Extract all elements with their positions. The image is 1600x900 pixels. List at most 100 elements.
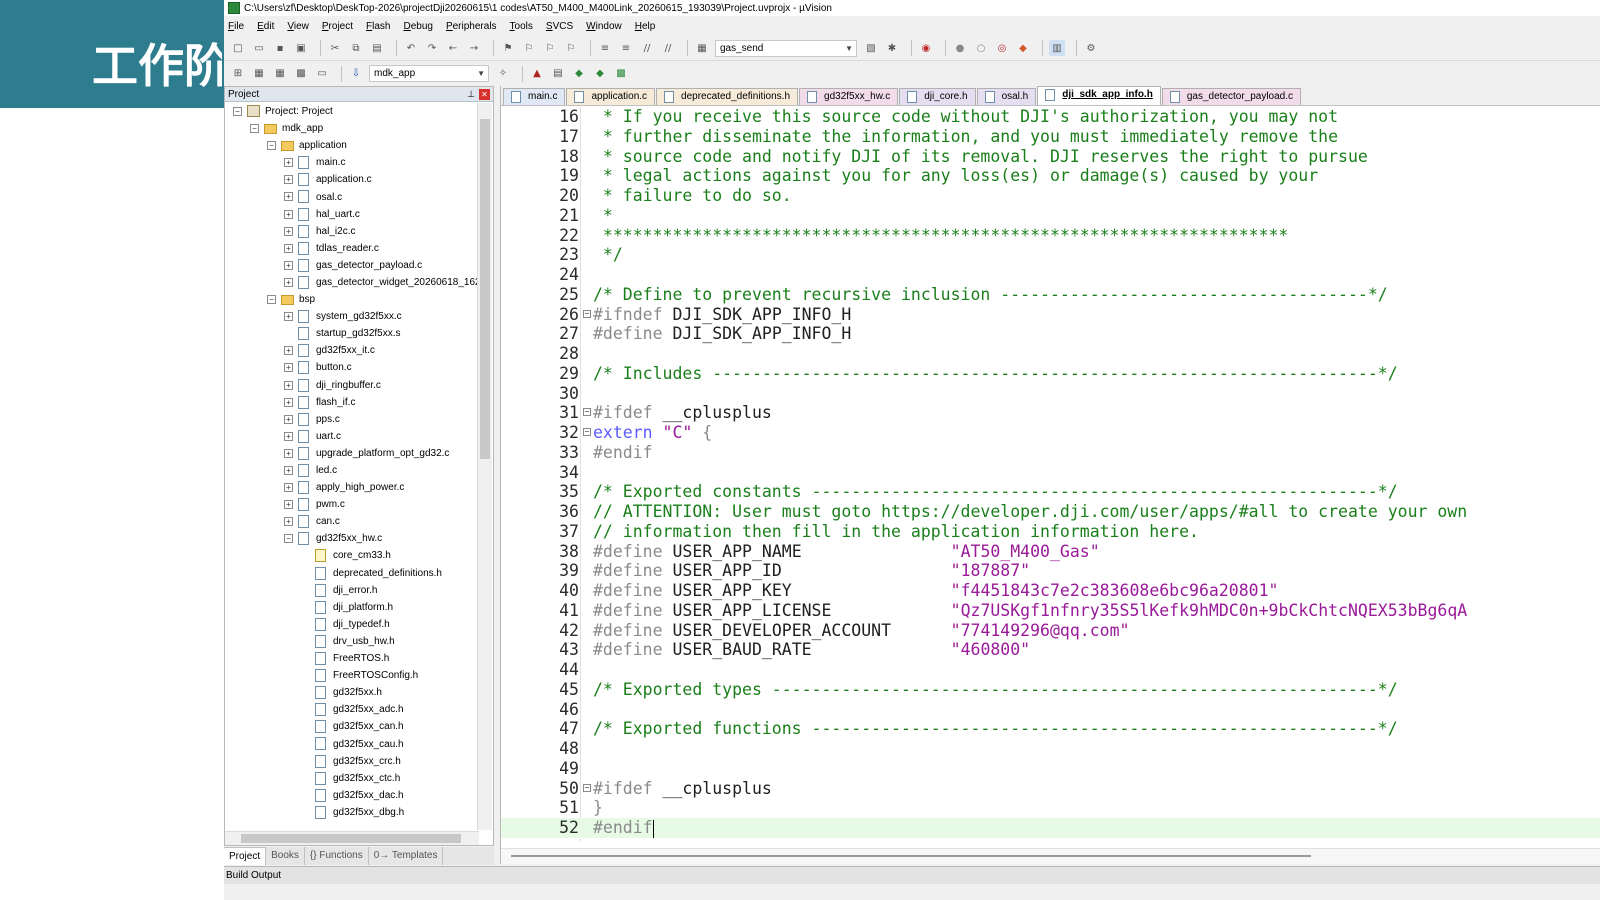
debug-session-icon[interactable]: ◉ [918,40,934,56]
expand-icon[interactable]: + [284,414,293,424]
editor-tab[interactable]: osal.h [976,88,1037,105]
tree-item[interactable]: + hal_i2c.c [225,223,479,240]
menu-item-flash[interactable]: Flash [366,21,390,32]
expand-icon[interactable]: + [284,397,293,407]
fold-toggle-icon[interactable]: − [583,783,591,792]
panel-tab-1[interactable]: Books [266,847,305,865]
scroll-thumb[interactable] [480,119,490,459]
tree-item[interactable]: deprecated_definitions.h [225,565,479,582]
expand-icon[interactable]: + [284,175,293,185]
menu-item-peripherals[interactable]: Peripherals [446,21,497,32]
tree-item[interactable]: FreeRTOS.h [225,650,479,667]
menu-item-view[interactable]: View [287,21,309,32]
fold-toggle-icon[interactable]: − [583,309,591,318]
tree-item[interactable]: − bsp [225,291,479,308]
manage-runtime-icon[interactable]: ▩ [613,66,629,82]
tree-item[interactable]: + gas_detector_payload.c [225,257,479,274]
tree-item[interactable]: + apply_high_power.c [225,479,479,496]
build-icon[interactable]: ▦ [251,66,267,82]
expand-icon[interactable]: + [284,243,293,253]
collapse-icon[interactable]: − [284,534,293,544]
tree-item[interactable]: startup_gd32f5xx.s [225,325,479,342]
expand-icon[interactable]: + [284,465,293,475]
tree-item[interactable]: + dji_ringbuffer.c [225,377,479,394]
tree-item[interactable]: + pps.c [225,411,479,428]
tree-item[interactable]: + osal.c [225,188,479,205]
expand-icon[interactable]: + [284,380,293,390]
find-in-files-icon[interactable]: ▦ [694,40,710,56]
open-file-icon[interactable]: ▭ [251,40,267,56]
tree-item[interactable]: dji_platform.h [225,599,479,616]
expand-icon[interactable]: + [284,277,293,287]
expand-icon[interactable]: + [284,158,293,168]
editor-tab[interactable]: deprecated_definitions.h [656,88,799,105]
copy-icon[interactable]: ⧉ [348,40,364,56]
wrench-icon[interactable]: ⚙ [1083,40,1099,56]
close-icon[interactable]: ✕ [479,88,490,100]
new-file-icon[interactable]: □ [230,40,246,56]
editor-tab[interactable]: gas_detector_payload.c [1161,88,1302,105]
kill-breakpoints-icon[interactable]: ◎ [994,40,1010,56]
project-tree-vscroll[interactable] [477,103,492,830]
expand-icon[interactable]: + [284,192,293,202]
panel-tab-0[interactable]: Project [224,847,267,865]
tree-item[interactable]: + gd32f5xx_it.c [225,342,479,359]
build-output-header[interactable]: Build Output [224,866,1600,884]
disable-breakpoint-icon[interactable]: ○ [973,40,989,56]
prev-bookmark-icon[interactable]: ⚐ [521,40,537,56]
stop-build-icon[interactable]: ▭ [314,66,330,82]
tree-item[interactable]: + tdlas_reader.c [225,240,479,257]
batch-build-icon[interactable]: ▩ [293,66,309,82]
panel-tab-2[interactable]: {} Functions [305,847,369,865]
bookmark-icon[interactable]: ⚑ [500,40,516,56]
manage-items-icon[interactable]: ▤ [550,66,566,82]
download-icon[interactable]: ⇩ [348,66,364,82]
target-options-icon[interactable]: ✧ [495,66,511,82]
fold-toggle-icon[interactable]: − [583,428,591,436]
tree-item[interactable]: + upgrade_platform_opt_gd32.c [225,445,479,462]
expand-icon[interactable]: + [284,483,293,493]
clear-bookmarks-icon[interactable]: ⚐ [563,40,579,56]
nav-forward-icon[interactable]: → [466,40,482,56]
scroll-thumb[interactable] [241,834,461,843]
expand-icon[interactable]: + [284,312,293,322]
tree-item[interactable]: gd32f5xx_crc.h [225,753,479,770]
select-packs-icon[interactable]: ◆ [592,66,608,82]
tree-item[interactable]: − gd32f5xx_hw.c [225,530,479,547]
menu-item-tools[interactable]: Tools [510,21,533,32]
editor-hscroll[interactable] [501,848,1600,864]
rebuild-icon[interactable]: ▦ [272,66,288,82]
cut-icon[interactable]: ✂ [327,40,343,56]
pin-icon[interactable]: ⊥ [467,89,475,100]
tree-item[interactable]: + pwm.c [225,496,479,513]
tree-item[interactable]: gd32f5xx_ctc.h [225,770,479,787]
menu-item-debug[interactable]: Debug [403,21,432,32]
tree-item[interactable]: + main.c [225,154,479,171]
indent-icon[interactable]: ≡ [597,40,613,56]
window-layout-icon[interactable]: ▥ [1049,40,1065,56]
expand-icon[interactable]: + [284,431,293,441]
expand-icon[interactable]: + [284,363,293,373]
project-tree-hscroll[interactable] [225,831,479,845]
code-area[interactable]: 16 * If you receive this source code wit… [501,107,1600,842]
editor-tab[interactable]: main.c [503,88,566,105]
tree-item[interactable]: + flash_if.c [225,394,479,411]
editor-tab[interactable]: gd32f5xx_hw.c [799,88,899,105]
comment-icon[interactable]: // [639,40,655,56]
tree-item[interactable]: − application [225,137,479,154]
expand-icon[interactable]: + [284,226,293,236]
tree-item[interactable]: + button.c [225,359,479,376]
file-extensions-icon[interactable]: ▲ [529,66,545,82]
expand-icon[interactable]: + [284,260,293,270]
tree-item[interactable]: + gas_detector_widget_20260618_16231 [225,274,479,291]
tree-item[interactable]: + uart.c [225,428,479,445]
tree-item[interactable]: dji_error.h [225,582,479,599]
tree-item[interactable]: − mdk_app [225,120,479,137]
tree-item[interactable]: gd32f5xx.h [225,684,479,701]
panel-tab-3[interactable]: 0→ Templates [369,847,444,865]
redo-icon[interactable]: ↷ [424,40,440,56]
tree-item[interactable]: + system_gd32f5xx.c [225,308,479,325]
tree-item[interactable]: + application.c [225,171,479,188]
scroll-thumb[interactable] [511,855,1311,857]
target-combo[interactable]: mdk_app ▼ [369,65,489,82]
